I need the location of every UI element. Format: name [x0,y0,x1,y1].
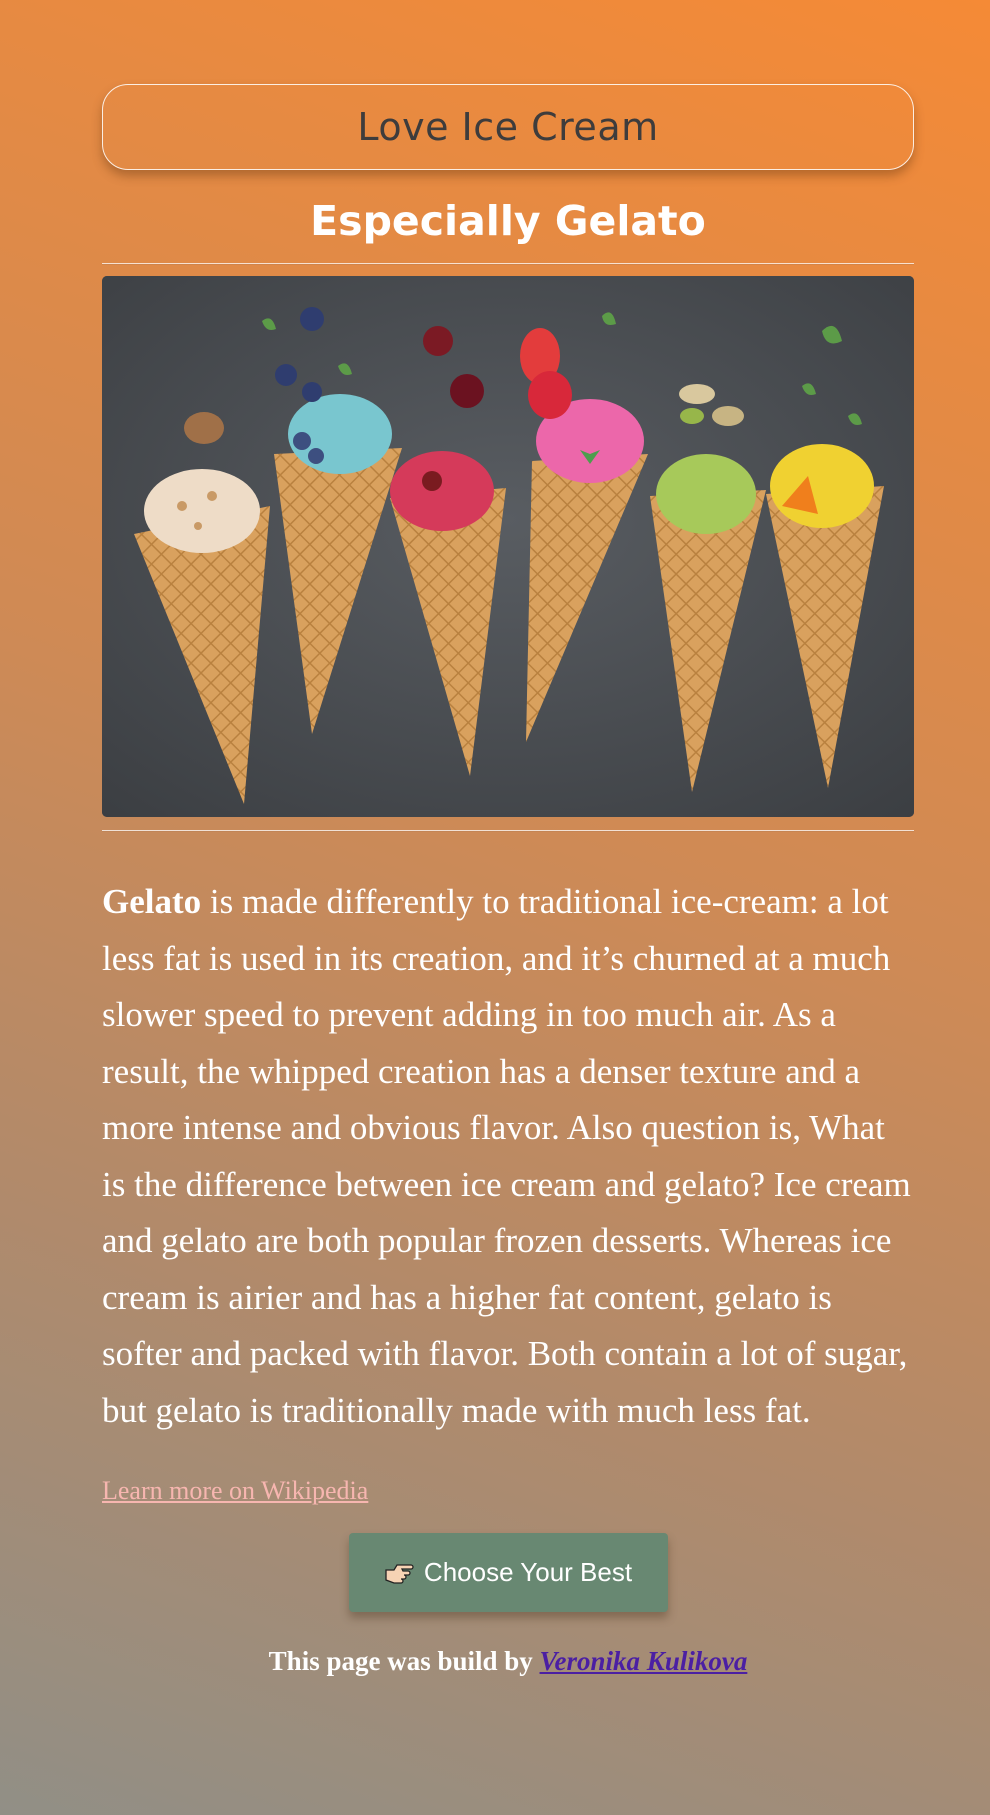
ice-cream-cones-image [102,276,914,817]
gelato-description: Gelato is made differently to traditiona… [102,874,914,1439]
top-divider [102,263,914,265]
footer: This page was build by Veronika Kulikova [102,1646,914,1677]
page-title: Love Ice Cream [357,105,659,149]
choose-button-label: Choose Your Best [423,1557,633,1587]
bottom-divider [102,830,914,832]
page-subtitle: Especially Gelato [310,197,706,245]
cta-wrapper: Choose Your Best [102,1533,914,1612]
author-link[interactable]: Veronika Kulikova [540,1646,748,1676]
choose-your-best-button[interactable]: Choose Your Best [348,1533,668,1612]
page-container: Love Ice Cream Especially Gelato Gelato … [102,84,914,1677]
description-body: is made differently to traditional ice-c… [102,882,911,1430]
title-banner: Love Ice Cream [102,84,914,170]
description-lead: Gelato [102,882,202,921]
footer-prefix: This page was build by [268,1646,533,1676]
wikipedia-link[interactable]: Learn more on Wikipedia [102,1476,368,1506]
pointing-hand-icon [384,1561,414,1585]
